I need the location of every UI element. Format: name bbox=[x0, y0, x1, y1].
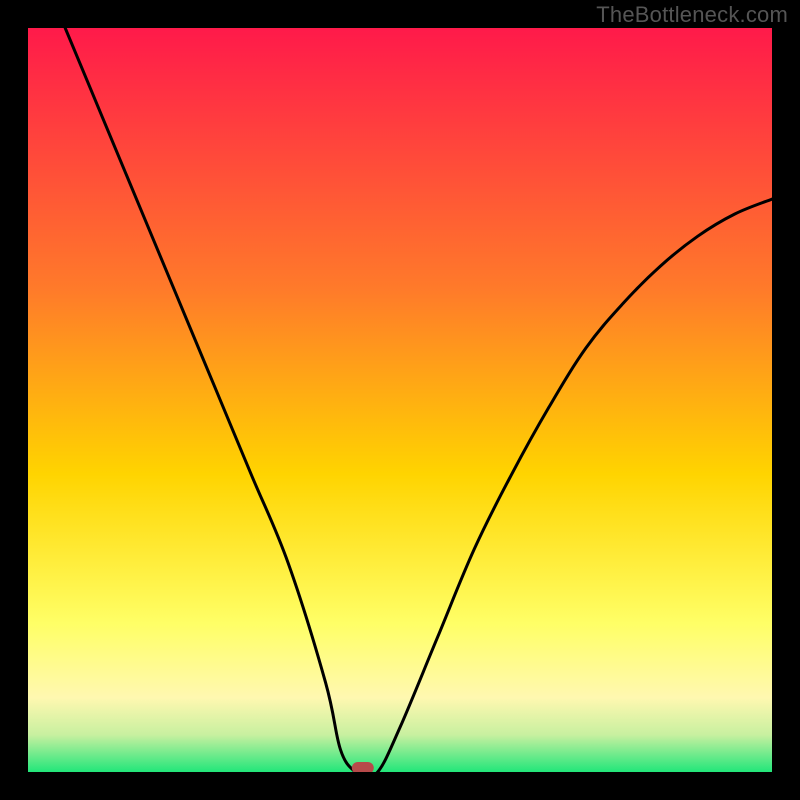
chart-frame: TheBottleneck.com bbox=[0, 0, 800, 800]
plot-area bbox=[28, 28, 772, 772]
optimal-marker bbox=[352, 762, 374, 772]
gradient-background bbox=[28, 28, 772, 772]
watermark-text: TheBottleneck.com bbox=[596, 2, 788, 28]
chart-svg bbox=[28, 28, 772, 772]
